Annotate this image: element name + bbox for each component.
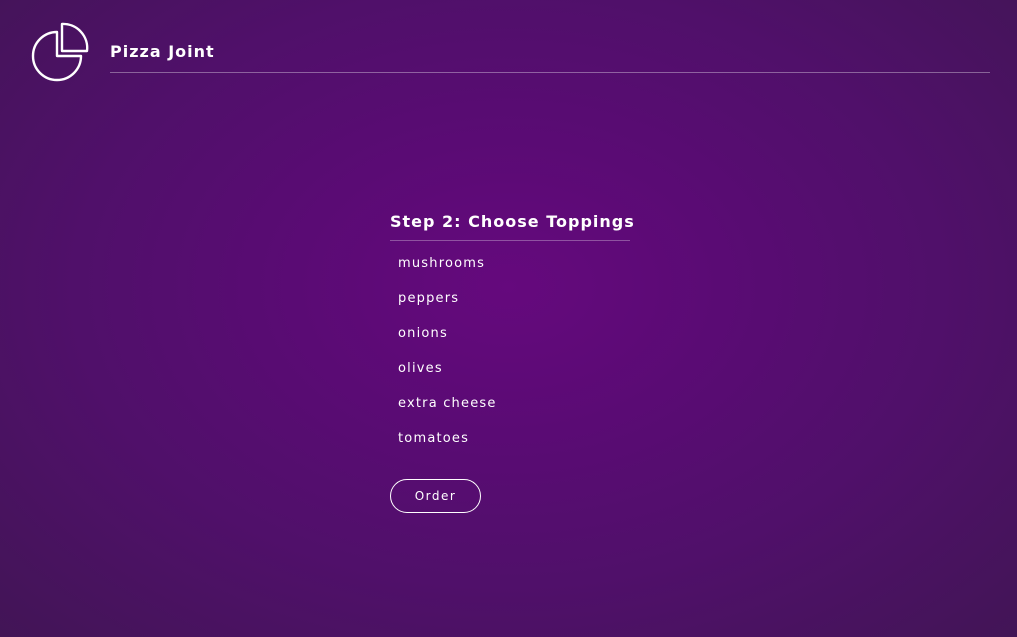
header-divider	[110, 72, 990, 73]
site-header: Pizza Joint	[0, 0, 1017, 90]
step-title: Step 2: Choose Toppings	[390, 212, 634, 241]
topping-item-peppers[interactable]: peppers	[390, 290, 630, 325]
topping-item-onions[interactable]: onions	[390, 325, 630, 360]
topping-item-extra-cheese[interactable]: extra cheese	[390, 395, 630, 430]
toppings-list: mushrooms peppers onions olives extra ch…	[390, 255, 630, 465]
pizza-logo-icon[interactable]	[28, 22, 90, 84]
toppings-panel: Step 2: Choose Toppings mushrooms pepper…	[390, 212, 634, 513]
topping-item-tomatoes[interactable]: tomatoes	[390, 430, 630, 465]
topping-item-olives[interactable]: olives	[390, 360, 630, 395]
brand-name: Pizza Joint	[110, 42, 215, 61]
order-button[interactable]: Order	[390, 479, 481, 513]
topping-item-mushrooms[interactable]: mushrooms	[390, 255, 630, 290]
